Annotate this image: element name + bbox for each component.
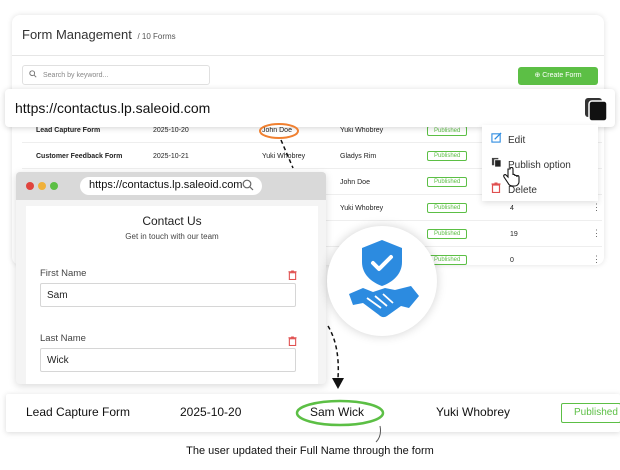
contact-form: Contact Us Get in touch with our team Fi… — [26, 206, 318, 384]
search-input[interactable]: Search by keyword... — [22, 65, 210, 85]
create-form-button[interactable]: ⊕ Create Form — [518, 67, 598, 85]
updated-table-row[interactable]: Lead Capture Form 2025-10-20 Sam Wick Yu… — [6, 394, 620, 432]
edit-icon — [490, 132, 502, 146]
form-url: https://contactus.lp.saleoid.com — [15, 100, 211, 116]
form-name: Lead Capture Form — [36, 127, 101, 134]
form-count: / 10 Forms — [137, 32, 176, 41]
search-placeholder: Search by keyword... — [43, 72, 109, 79]
form-owner: Yuki Whobrey — [340, 127, 384, 134]
shield-handshake-icon — [349, 240, 419, 318]
first-name-label: First Name — [40, 268, 87, 279]
form-date: 2025-10-20 — [153, 127, 189, 134]
form-owner: John Doe — [340, 179, 370, 186]
form-name: Lead Capture Form — [26, 405, 131, 419]
close-dot-icon[interactable] — [26, 182, 34, 190]
form-name: Customer Feedback Form — [36, 153, 123, 160]
trash-icon[interactable] — [288, 336, 297, 346]
form-subtitle: Get in touch with our team — [125, 232, 219, 241]
form-date: 2025-10-21 — [153, 153, 189, 160]
status-badge: Published — [427, 177, 468, 187]
search-icon — [242, 179, 254, 191]
updated-by: John Doe — [262, 127, 292, 134]
updated-by: Yuki Whobrey — [262, 153, 306, 160]
copy-icon[interactable] — [583, 96, 609, 122]
form-owner: Gladys Rim — [340, 153, 377, 160]
browser-window: https://contactus.lp.saleoid.com Contact… — [16, 172, 326, 384]
form-owner: Yuki Whobrey — [340, 205, 384, 212]
status-badge: Published — [561, 403, 620, 423]
updated-by: Sam Wick — [310, 405, 364, 419]
trash-icon — [490, 182, 502, 196]
security-badge — [327, 226, 437, 336]
menu-item-label: Edit — [508, 135, 526, 146]
minimize-dot-icon[interactable] — [38, 182, 46, 190]
status-badge: Published — [427, 126, 468, 136]
more-options-icon[interactable]: ⋮ — [592, 228, 601, 239]
first-name-field[interactable]: Sam — [40, 283, 296, 307]
caption: The user updated their Full Name through… — [186, 445, 434, 457]
form-title: Contact Us — [142, 214, 202, 228]
more-options-icon[interactable]: ⋮ — [592, 202, 601, 213]
publish-icon — [490, 157, 502, 171]
status-badge: Published — [427, 203, 468, 213]
more-options-icon[interactable]: ⋮ — [592, 254, 601, 265]
stage: Form Management / 10 Forms Search by key… — [0, 0, 620, 470]
trash-icon[interactable] — [288, 270, 297, 280]
browser-address-bar[interactable]: https://contactus.lp.saleoid.com — [80, 177, 262, 195]
browser-url: https://contactus.lp.saleoid.com — [89, 179, 243, 191]
page-title-text: Form Management — [22, 27, 132, 42]
submission-count: 0 — [510, 257, 514, 264]
url-bar[interactable]: https://contactus.lp.saleoid.com — [5, 89, 615, 127]
last-name-label: Last Name — [40, 333, 86, 344]
maximize-dot-icon[interactable] — [50, 182, 58, 190]
form-date: 2025-10-20 — [180, 405, 242, 419]
page-title: Form Management / 10 Forms — [22, 27, 176, 42]
last-name-field[interactable]: Wick — [40, 348, 296, 372]
arrow-head-icon — [332, 378, 344, 389]
hand-cursor-icon — [503, 167, 520, 187]
search-icon — [29, 70, 37, 78]
divider — [12, 55, 604, 56]
form-owner: Yuki Whobrey — [436, 405, 511, 419]
submission-count: 19 — [510, 231, 518, 238]
submission-count: 4 — [510, 205, 514, 212]
browser-toolbar: https://contactus.lp.saleoid.com — [16, 172, 326, 200]
create-form-label: Create Form — [542, 72, 582, 79]
menu-item-edit[interactable]: Edit — [490, 132, 525, 146]
context-menu: Edit Publish option Delete — [482, 125, 598, 201]
status-badge: Published — [427, 151, 468, 161]
